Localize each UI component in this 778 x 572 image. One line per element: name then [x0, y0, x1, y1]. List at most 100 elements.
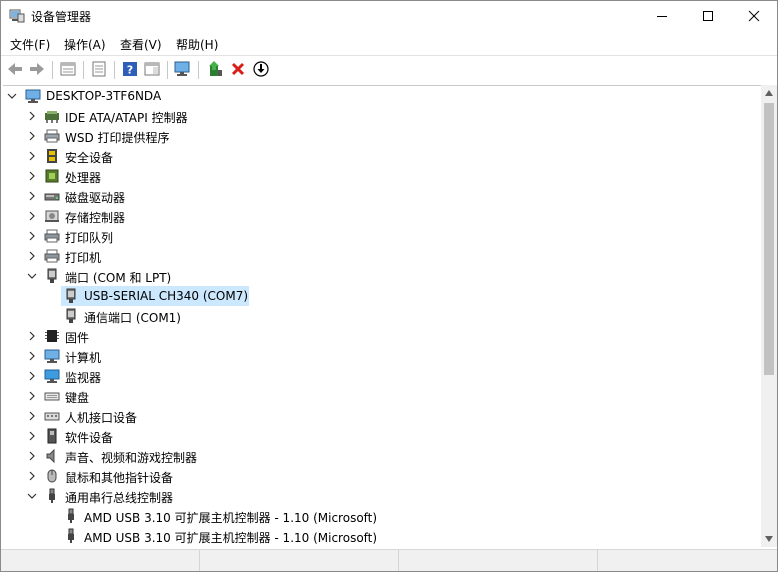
chevron-right-icon[interactable] — [26, 329, 38, 343]
properties-sheet-icon[interactable] — [58, 59, 78, 79]
chevron-down-icon[interactable] — [6, 89, 18, 103]
tree-category[interactable]: 处理器 — [3, 166, 743, 186]
wsd-printer-icon — [44, 128, 60, 144]
menu-bar: 文件(F) 操作(A) 查看(V) 帮助(H) — [1, 31, 777, 55]
tree-item-label: 打印机 — [65, 251, 102, 265]
tree-category[interactable]: 鼠标和其他指针设备 — [3, 466, 743, 486]
tree-item-label: 安全设备 — [65, 151, 114, 165]
tree-category[interactable]: 打印机 — [3, 246, 743, 266]
maximize-button[interactable] — [685, 1, 731, 31]
window-title: 设备管理器 — [31, 10, 92, 24]
tree-item-label: 计算机 — [65, 351, 102, 365]
status-cell — [399, 550, 598, 571]
chevron-down-icon[interactable] — [26, 269, 38, 283]
chevron-right-icon[interactable] — [26, 209, 38, 223]
vertical-scrollbar[interactable] — [761, 85, 777, 547]
menu-view[interactable]: 查看(V) — [120, 36, 162, 53]
tree-item-label: 通信端口 (COM1) — [84, 311, 181, 325]
show-hide-console-tree-icon[interactable] — [89, 59, 109, 79]
device-manager-app-icon — [9, 9, 25, 23]
action-pane-icon[interactable] — [142, 59, 162, 79]
scrollbar-thumb[interactable] — [764, 103, 774, 375]
tree-item-label: 声音、视频和游戏控制器 — [65, 451, 198, 465]
chevron-right-icon[interactable] — [26, 109, 38, 123]
print-queue-icon — [44, 228, 60, 244]
chevron-right-icon[interactable] — [26, 189, 38, 203]
disable-device-icon[interactable] — [251, 59, 271, 79]
chevron-right-icon[interactable] — [26, 169, 38, 183]
chevron-right-icon[interactable] — [26, 409, 38, 423]
tree-category[interactable]: 端口 (COM 和 LPT) — [3, 266, 743, 286]
close-button[interactable] — [731, 1, 777, 31]
chevron-right-icon[interactable] — [26, 229, 38, 243]
help-icon[interactable]: ? — [120, 59, 140, 79]
chevron-right-icon[interactable] — [26, 249, 38, 263]
menu-action[interactable]: 操作(A) — [64, 36, 106, 53]
tree-item-label: 软件设备 — [65, 431, 114, 445]
chevron-down-icon[interactable] — [26, 489, 38, 503]
tree-item-label: AMD USB 3.10 可扩展主机控制器 - 1.10 (Microsoft) — [84, 531, 378, 545]
uninstall-icon[interactable] — [228, 59, 248, 79]
forward-icon[interactable] — [27, 59, 47, 79]
back-icon[interactable] — [5, 59, 25, 79]
tree-category[interactable]: 安全设备 — [3, 146, 743, 166]
tree-category[interactable]: 声音、视频和游戏控制器 — [3, 446, 743, 466]
tree-category[interactable]: 固件 — [3, 326, 743, 346]
toolbar: ? — [1, 55, 777, 84]
tree-item-label: 端口 (COM 和 LPT) — [65, 271, 172, 285]
svg-text:?: ? — [127, 64, 133, 77]
chevron-right-icon[interactable] — [26, 349, 38, 363]
port-icon — [63, 288, 79, 304]
chevron-right-icon[interactable] — [26, 149, 38, 163]
port-icon — [44, 268, 60, 284]
status-cell — [200, 550, 399, 571]
tree-category[interactable]: 监视器 — [3, 366, 743, 386]
port-icon — [63, 308, 79, 324]
printer-icon — [44, 248, 60, 264]
minimize-button[interactable] — [639, 1, 685, 31]
computer-icon — [44, 348, 60, 364]
status-cell — [1, 550, 200, 571]
tree-category[interactable]: 通用串行总线控制器 — [3, 486, 743, 506]
tree-item-label: USB-SERIAL CH340 (COM7) — [84, 289, 249, 303]
tree-root-label: DESKTOP-3TF6NDA — [46, 89, 162, 103]
tree-item-label: 处理器 — [65, 171, 102, 185]
menu-file[interactable]: 文件(F) — [10, 36, 50, 53]
tree-item-label: AMD USB 3.10 可扩展主机控制器 - 1.10 (Microsoft) — [84, 511, 378, 525]
chevron-right-icon[interactable] — [26, 469, 38, 483]
tree-category[interactable]: WSD 打印提供程序 — [3, 126, 743, 146]
tree-category[interactable]: 计算机 — [3, 346, 743, 366]
tree-device[interactable]: AMD USB 3.10 可扩展主机控制器 - 1.10 (Microsoft) — [3, 506, 743, 526]
tree-device[interactable]: 通信端口 (COM1) — [3, 306, 743, 326]
chevron-right-icon[interactable] — [26, 129, 38, 143]
chevron-right-icon[interactable] — [26, 389, 38, 403]
chevron-right-icon[interactable] — [26, 429, 38, 443]
tree-item-label: 人机接口设备 — [65, 411, 138, 425]
tree-item-label: 监视器 — [65, 371, 102, 385]
device-tree: DESKTOP-3TF6NDA IDE ATA/ATAPI 控制器 WSD 打印提… — [3, 85, 761, 548]
tree-root[interactable]: DESKTOP-3TF6NDA — [3, 86, 743, 106]
tree-category[interactable]: 磁盘驱动器 — [3, 186, 743, 206]
software-device-icon — [44, 428, 60, 444]
usb-icon — [63, 528, 79, 544]
tree-item-label: 键盘 — [65, 391, 90, 405]
update-driver-icon[interactable] — [205, 59, 225, 79]
usb-icon — [44, 488, 60, 504]
tree-item-label: 磁盘驱动器 — [65, 191, 126, 205]
tree-category[interactable]: 人机接口设备 — [3, 406, 743, 426]
tree-category[interactable]: 存储控制器 — [3, 206, 743, 226]
tree-category[interactable]: 键盘 — [3, 386, 743, 406]
menu-help[interactable]: 帮助(H) — [176, 36, 218, 53]
tree-category[interactable]: IDE ATA/ATAPI 控制器 — [3, 106, 743, 126]
monitor-scan-icon[interactable] — [173, 59, 193, 79]
tree-category[interactable]: 打印队列 — [3, 226, 743, 246]
tree-device[interactable]: USB-SERIAL CH340 (COM7) — [3, 286, 743, 306]
storage-controller-icon — [44, 208, 60, 224]
tree-device[interactable]: AMD USB 3.10 可扩展主机控制器 - 1.10 (Microsoft) — [3, 526, 743, 546]
chevron-right-icon[interactable] — [26, 369, 38, 383]
scroll-down-icon — [765, 536, 773, 542]
tree-category[interactable]: 软件设备 — [3, 426, 743, 446]
tree-item-label: IDE ATA/ATAPI 控制器 — [65, 111, 188, 125]
chevron-right-icon[interactable] — [26, 449, 38, 463]
tree-item-label: 通用串行总线控制器 — [65, 491, 174, 505]
